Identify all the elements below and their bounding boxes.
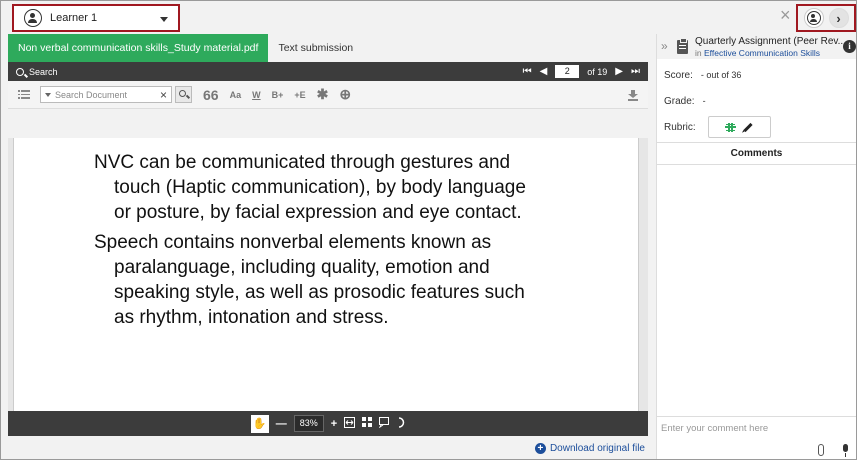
tab-pdf-file[interactable]: Non verbal communication skills_Study ma…	[8, 34, 269, 62]
text-line: paralanguage, including quality, emotion…	[114, 257, 490, 278]
top-bar: Learner 1 × ›	[1, 1, 856, 34]
course-link[interactable]: Effective Communication Skills	[704, 48, 820, 58]
target-icon[interactable]: ⊕	[339, 86, 351, 103]
assignment-icon	[677, 38, 688, 54]
download-icon[interactable]	[628, 88, 638, 106]
page-number-input[interactable]: 2	[555, 65, 580, 78]
document-paragraph: NVC can be communicated through gestures…	[94, 150, 526, 225]
text-line: speaking style, as well as prosodic feat…	[114, 282, 525, 303]
score-row: Score: - out of 36	[664, 70, 741, 81]
comments-header: Comments	[657, 142, 856, 165]
chevron-down-icon[interactable]	[45, 92, 51, 97]
comment-composer	[657, 416, 856, 459]
thumbnails-icon[interactable]	[362, 417, 373, 430]
comment-input[interactable]	[661, 423, 851, 441]
grade-row: Grade: -	[664, 96, 706, 107]
quote-icon[interactable]: 66	[203, 87, 219, 103]
zoom-level[interactable]: 83%	[293, 415, 324, 432]
submission-tabs: Non verbal communication skills_Study ma…	[8, 34, 648, 62]
download-original-label: Download original file	[549, 443, 645, 454]
search-toggle[interactable]: Search	[16, 67, 58, 77]
text-line: touch (Haptic communication), by body la…	[114, 177, 526, 198]
in-label: in	[695, 48, 702, 58]
assignment-title: Quarterly Assignment (Peer Rev...	[695, 36, 845, 47]
font-case-icon[interactable]: Aa	[230, 90, 242, 100]
viewer-bottom-toolbar: ✋ — 83% +	[8, 411, 648, 436]
annotation-toolbar: × 66 Aa W B+ +E ✱ ⊕	[8, 81, 648, 109]
tab-text-submission[interactable]: Text submission	[268, 34, 363, 62]
user-avatar-icon	[806, 11, 821, 25]
underline-icon[interactable]: W	[252, 90, 261, 100]
grade-label: Grade:	[664, 96, 695, 107]
superscript-icon[interactable]: +E	[294, 90, 305, 100]
pan-hand-icon[interactable]: ✋	[250, 414, 269, 433]
zoom-out-icon[interactable]: —	[276, 418, 287, 430]
download-icon: +	[534, 443, 546, 454]
text-line: NVC can be communicated through gestures…	[94, 152, 511, 173]
search-button[interactable]	[175, 86, 192, 103]
close-icon[interactable]: ×	[780, 6, 791, 24]
learner-nav-group: ›	[796, 4, 856, 32]
list-icon[interactable]	[18, 88, 30, 101]
pencil-icon	[743, 122, 753, 132]
fit-width-icon[interactable]	[344, 416, 356, 431]
search-document-input[interactable]	[55, 89, 155, 100]
microphone-icon[interactable]	[843, 444, 848, 457]
zoom-in-icon[interactable]: +	[331, 418, 337, 430]
document-panel: Non verbal communication skills_Study ma…	[8, 34, 648, 460]
search-icon	[179, 90, 186, 97]
comment-search-icon[interactable]	[378, 416, 390, 431]
chevron-down-icon	[160, 17, 168, 22]
info-icon[interactable]: i	[843, 40, 856, 53]
chevron-right-icon: ›	[836, 10, 841, 26]
grade-value: -	[702, 96, 706, 106]
grading-panel: » Quarterly Assignment (Peer Rev... in E…	[656, 34, 856, 459]
search-icon	[16, 67, 24, 76]
asterisk-icon[interactable]: ✱	[317, 86, 329, 103]
user-avatar-icon	[24, 9, 42, 27]
text-line: or posture, by facial expression and eye…	[114, 202, 522, 223]
document-paragraph: Speech contains nonverbal elements known…	[94, 230, 525, 330]
page-navigator: ⏮ ◀ 2 of 19 ▶ ⏭	[523, 62, 640, 81]
learner-profile-button[interactable]	[803, 8, 824, 28]
download-original-link[interactable]: + Download original file	[534, 443, 645, 454]
learner-selector[interactable]: Learner 1	[12, 4, 180, 32]
rubric-button[interactable]	[708, 116, 771, 138]
score-label: Score:	[664, 70, 693, 81]
assignment-header: » Quarterly Assignment (Peer Rev... in E…	[657, 34, 856, 59]
last-page-icon[interactable]: ⏭	[631, 66, 640, 77]
rubric-label: Rubric:	[664, 122, 696, 133]
rubric-grid-icon	[725, 122, 736, 132]
document-viewer[interactable]: NVC can be communicated through gestures…	[8, 138, 648, 411]
bold-icon[interactable]: B+	[272, 90, 284, 100]
next-page-icon[interactable]: ▶	[615, 66, 623, 77]
page-total: of 19	[587, 66, 608, 77]
search-label: Search	[29, 66, 58, 77]
viewer-top-toolbar: Search ⏮ ◀ 2 of 19 ▶ ⏭	[8, 62, 648, 81]
first-page-icon[interactable]: ⏮	[523, 66, 532, 77]
rubric-row: Rubric:	[664, 122, 696, 133]
attachment-icon[interactable]	[818, 444, 824, 456]
assignment-course-line: in Effective Communication Skills	[695, 48, 820, 58]
collapse-panel-icon[interactable]: »	[661, 39, 668, 53]
text-line: Speech contains nonverbal elements known…	[94, 232, 492, 253]
clear-icon[interactable]: ×	[160, 88, 167, 102]
document-page: NVC can be communicated through gestures…	[13, 138, 639, 411]
rotate-icon[interactable]	[397, 416, 405, 431]
search-document-field: ×	[40, 86, 172, 103]
next-learner-button[interactable]: ›	[828, 8, 849, 28]
learner-name: Learner 1	[50, 12, 98, 24]
score-value: - out of 36	[700, 70, 742, 80]
text-line: as rhythm, intonation and stress.	[114, 307, 389, 328]
prev-page-icon[interactable]: ◀	[540, 66, 548, 77]
